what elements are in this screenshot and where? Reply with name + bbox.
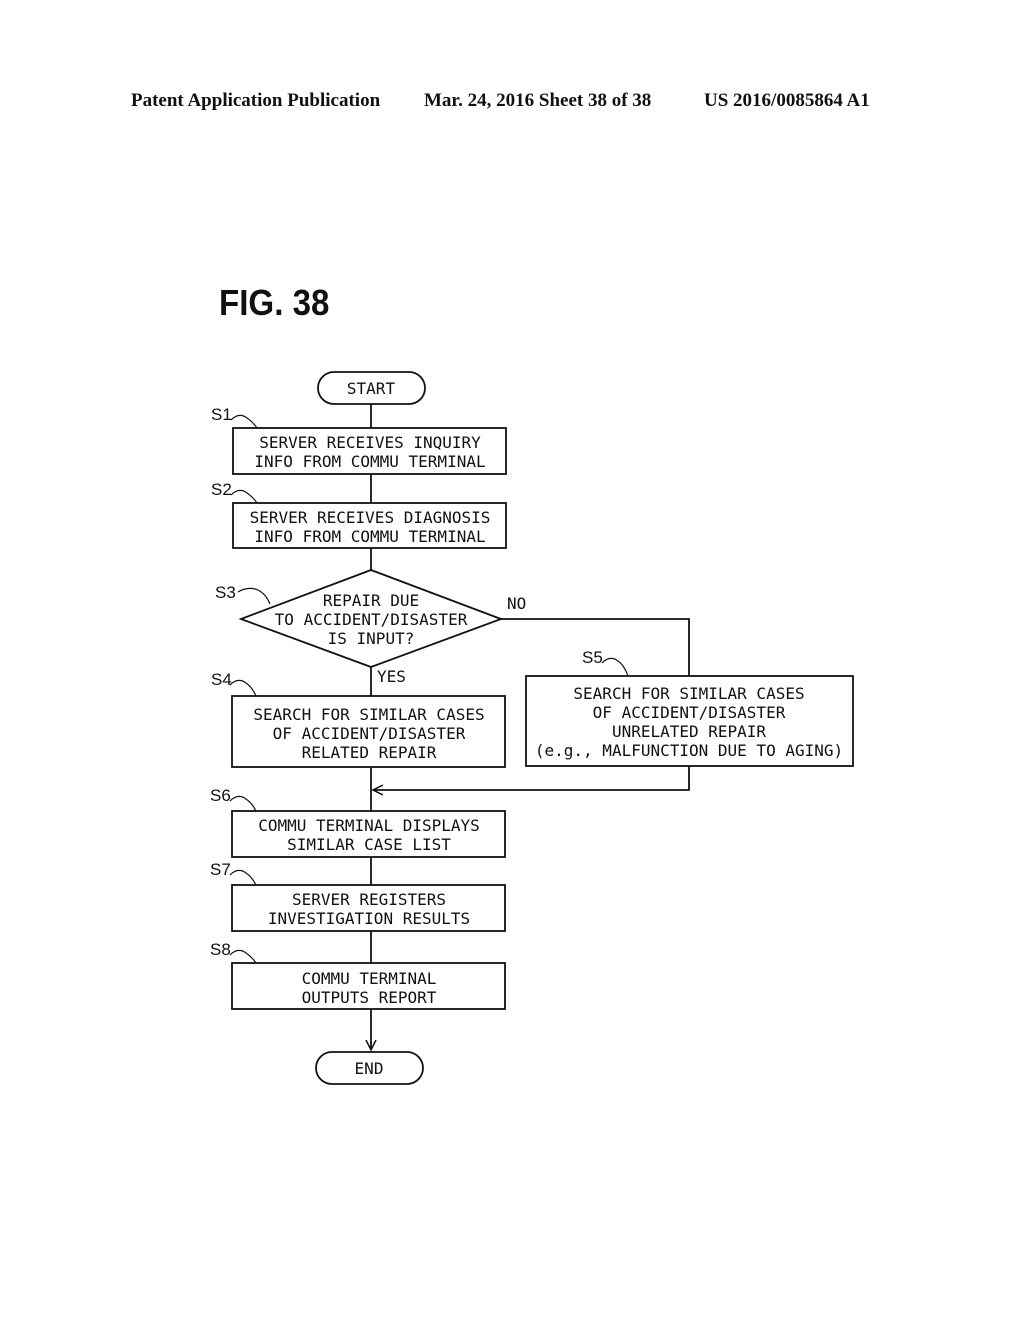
- leader-s5: [601, 657, 629, 677]
- leader-s4: [229, 679, 257, 697]
- step-s1-text-line: INFO FROM COMMU TERMINAL: [254, 452, 485, 471]
- end-label: END: [355, 1059, 384, 1078]
- leader-s3: [237, 587, 271, 605]
- leader-s2: [230, 489, 258, 504]
- step-s3-text-line: REPAIR DUE: [323, 591, 419, 610]
- step-s7-label: S7: [210, 860, 231, 879]
- step-s7-text-line: SERVER REGISTERS: [292, 890, 446, 909]
- step-s3-text-line: TO ACCIDENT/DISASTER: [275, 610, 468, 629]
- leader-s7: [229, 869, 257, 886]
- step-s4-text-line: RELATED REPAIR: [302, 743, 437, 762]
- step-s5-label: S5: [582, 648, 603, 667]
- step-s4-text-line: OF ACCIDENT/DISASTER: [273, 724, 466, 743]
- step-s8-text-line: COMMU TERMINAL: [302, 969, 437, 988]
- step-s6-text-line: COMMU TERMINAL DISPLAYS: [258, 816, 480, 835]
- connector-s5-s6: [373, 766, 690, 790]
- leader-s6: [229, 795, 257, 812]
- step-s1-label: S1: [211, 405, 232, 424]
- step-s6-label: S6: [210, 786, 231, 805]
- step-s3-text-line: IS INPUT?: [328, 629, 415, 648]
- leader-s8: [229, 949, 257, 964]
- step-s1-text-line: SERVER RECEIVES INQUIRY: [259, 433, 481, 452]
- step-s2-text-line: SERVER RECEIVES DIAGNOSIS: [250, 508, 491, 527]
- step-s5-text-line: (e.g., MALFUNCTION DUE TO AGING): [535, 741, 843, 760]
- start-label: START: [347, 379, 396, 398]
- step-s2-label: S2: [211, 480, 232, 499]
- leader-s1: [230, 414, 258, 429]
- step-s2-text-line: INFO FROM COMMU TERMINAL: [254, 527, 485, 546]
- step-s3-label: S3: [215, 583, 236, 602]
- step-s5-text-line: OF ACCIDENT/DISASTER: [593, 703, 786, 722]
- step-s5-text-line: UNRELATED REPAIR: [612, 722, 766, 741]
- step-s4-text-line: SEARCH FOR SIMILAR CASES: [253, 705, 484, 724]
- flowchart: START END S1 S2 S3 S4 S5 S6 S7 S8 NO YES…: [210, 371, 854, 1085]
- branch-no-label: NO: [507, 594, 526, 613]
- step-s5-text-line: SEARCH FOR SIMILAR CASES: [573, 684, 804, 703]
- step-s4-label: S4: [211, 670, 232, 689]
- step-s6-text-line: SIMILAR CASE LIST: [287, 835, 451, 854]
- step-s8-label: S8: [210, 940, 231, 959]
- step-s7-text-line: INVESTIGATION RESULTS: [268, 909, 470, 928]
- branch-yes-label: YES: [377, 667, 406, 686]
- step-s8-text-line: OUTPUTS REPORT: [302, 988, 437, 1007]
